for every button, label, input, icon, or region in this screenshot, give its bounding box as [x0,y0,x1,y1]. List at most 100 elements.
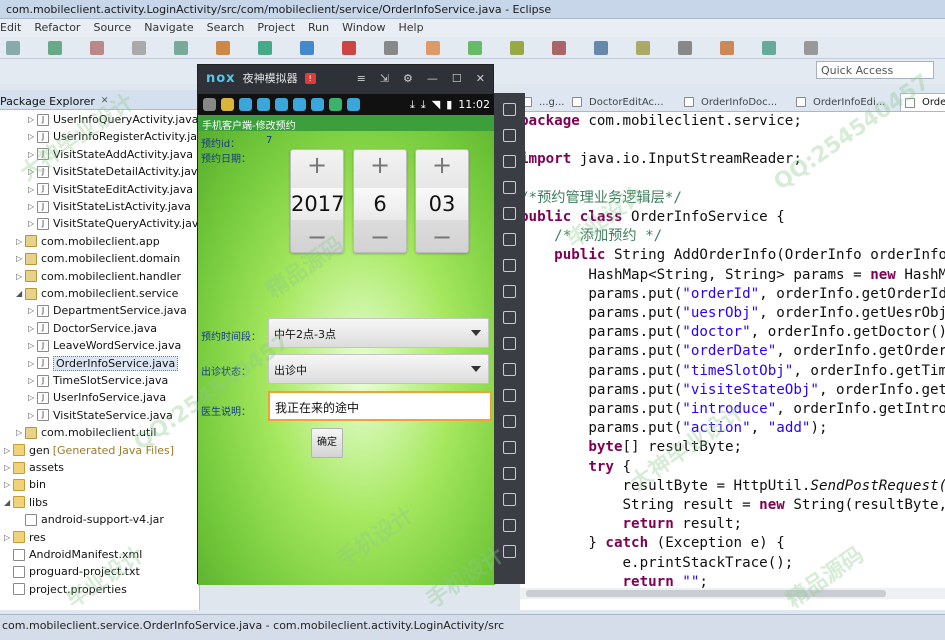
editor-tab[interactable]: DoctorEditAc... [572,93,664,111]
expanded-arrow-icon[interactable]: ◢ [4,498,13,507]
tree-item[interactable]: AndroidManifest.xml [0,546,142,563]
menu-edit[interactable]: Edit [0,21,21,37]
collapsed-arrow-icon[interactable]: ▷ [16,272,25,281]
menu-search[interactable]: Search [207,21,245,37]
shake-icon[interactable] [503,337,516,350]
collapsed-arrow-icon[interactable]: ▷ [28,306,37,315]
collapsed-arrow-icon[interactable]: ▷ [4,533,13,542]
menu-refactor[interactable]: Refactor [34,21,80,37]
pin-icon[interactable]: ⇲ [380,72,389,85]
tree-item[interactable]: ▷ bin [0,476,46,493]
close-icon[interactable]: ✕ [101,96,109,106]
toolbar-icon[interactable] [342,41,356,55]
tree-item[interactable]: ▷ J DoctorService.java [0,320,157,337]
collapsed-arrow-icon[interactable]: ▷ [28,393,37,402]
tree-item[interactable]: ▷ com.mobileclient.handler [0,268,181,285]
maximize-icon[interactable]: ☐ [452,72,462,85]
collapsed-arrow-icon[interactable]: ▷ [28,185,37,194]
menu-project[interactable]: Project [257,21,295,37]
decrement-button[interactable]: − [354,224,406,250]
scrollbar-thumb[interactable] [526,590,886,597]
tree-item[interactable]: ▷ J DepartmentService.java [0,302,187,319]
tree-item[interactable]: ▷ J VisitStateEditActivity.java [0,181,193,198]
volume-up-icon[interactable] [503,259,516,272]
keyboard-icon[interactable] [503,129,516,142]
toolbar-icon[interactable] [678,41,692,55]
minimize-icon[interactable]: — [427,72,438,85]
tree-item[interactable]: ▷ J UserInfoService.java [0,389,166,406]
macro-icon[interactable] [503,415,516,428]
year-picker[interactable]: + 2017 − [290,149,344,253]
editor-horizontal-scrollbar[interactable] [520,588,945,599]
tree-item[interactable]: ▷ J UserInfoRegisterActivity.java [0,128,199,145]
toolbar-icon[interactable] [468,41,482,55]
collapsed-arrow-icon[interactable]: ▷ [28,167,37,176]
tree-item[interactable]: ▷ J LeaveWordService.java [0,337,181,354]
quick-access-input[interactable]: Quick Access [816,61,934,79]
toolbar-icon[interactable] [720,41,734,55]
increment-button[interactable]: + [416,152,468,178]
scissors-icon[interactable] [503,155,516,168]
tree-item[interactable]: ▷ J OrderInfoService.java [0,355,179,372]
home-icon[interactable] [503,519,516,532]
toolbar-icon[interactable] [300,41,314,55]
tree-item[interactable]: ▷ J VisitStateQueryActivity.java [0,215,199,232]
tree-item[interactable]: ▷ J VisitStateListActivity.java [0,198,191,215]
menu-source[interactable]: Source [93,21,131,37]
collapsed-arrow-icon[interactable]: ▷ [16,254,25,263]
confirm-button[interactable]: 确定 [311,428,343,458]
multi-instance-icon[interactable] [503,467,516,480]
menu-icon[interactable]: ≡ [357,72,366,85]
touch-icon[interactable] [503,363,516,376]
menu-window[interactable]: Window [342,21,385,37]
decrement-button[interactable]: − [291,224,343,250]
toolbar-icon[interactable] [384,41,398,55]
toolbar-icon[interactable] [594,41,608,55]
tree-item[interactable]: ▷ J VisitStateDetailActivity.java [0,163,199,180]
tree-item[interactable]: ▷ J TimeSlotService.java [0,372,168,389]
close-icon[interactable]: ✕ [476,72,485,85]
collapsed-arrow-icon[interactable]: ▷ [16,428,25,437]
toolbar-icon[interactable] [6,41,20,55]
collapsed-arrow-icon[interactable]: ▷ [28,341,37,350]
collapsed-arrow-icon[interactable]: ▷ [28,150,37,159]
toolbar-icon[interactable] [762,41,776,55]
collapsed-arrow-icon[interactable]: ▷ [28,219,37,228]
editor-tab[interactable]: OrderInfoDoc... [684,93,777,111]
collapsed-arrow-icon[interactable]: ▷ [28,376,37,385]
tree-item[interactable]: ▷ com.mobileclient.util [0,424,156,441]
decrement-button[interactable]: − [416,224,468,250]
camera-icon[interactable] [503,389,516,402]
toolbar-icon[interactable] [48,41,62,55]
tree-item[interactable]: proguard-project.txt [0,563,140,580]
toolbar-icon[interactable] [216,41,230,55]
expanded-arrow-icon[interactable]: ◢ [16,289,25,298]
year-value[interactable]: 2017 [291,188,344,220]
tree-item[interactable]: ▷ gen [Generated Java Files] [0,442,174,459]
record-icon[interactable]: ! [304,72,316,84]
doctor-note-input[interactable]: 我正在来的途中 [268,391,492,421]
settings-icon[interactable]: ⚙ [403,72,413,85]
collapsed-arrow-icon[interactable]: ▷ [16,237,25,246]
tree-item[interactable]: ▷ assets [0,459,64,476]
tree-item[interactable]: ▷ com.mobileclient.app [0,233,160,250]
apk-icon[interactable] [503,311,516,324]
tree-item[interactable]: ▷ J VisitStateAddActivity.java [0,146,193,163]
tree-item[interactable]: ▷ J VisitStateService.java [0,407,173,424]
collapsed-arrow-icon[interactable]: ▷ [4,480,13,489]
toolbar-icon[interactable] [258,41,272,55]
collapsed-arrow-icon[interactable]: ▷ [28,359,37,368]
collapsed-arrow-icon[interactable]: ▷ [4,446,13,455]
editor-tab[interactable]: Orde... [900,93,945,111]
tree-item[interactable]: ▷ res [0,529,46,546]
toolbar-icon[interactable] [426,41,440,55]
volume-down-icon[interactable] [503,285,516,298]
collapsed-arrow-icon[interactable]: ▷ [28,115,37,124]
toolbar-icon[interactable] [90,41,104,55]
visit-state-select[interactable]: 出诊中 [268,354,489,384]
toolbar-icon[interactable] [510,41,524,55]
back-icon[interactable] [503,493,516,506]
toolbar-icon[interactable] [174,41,188,55]
increment-button[interactable]: + [354,152,406,178]
tree-item[interactable]: ◢ com.mobileclient.service [0,285,178,302]
